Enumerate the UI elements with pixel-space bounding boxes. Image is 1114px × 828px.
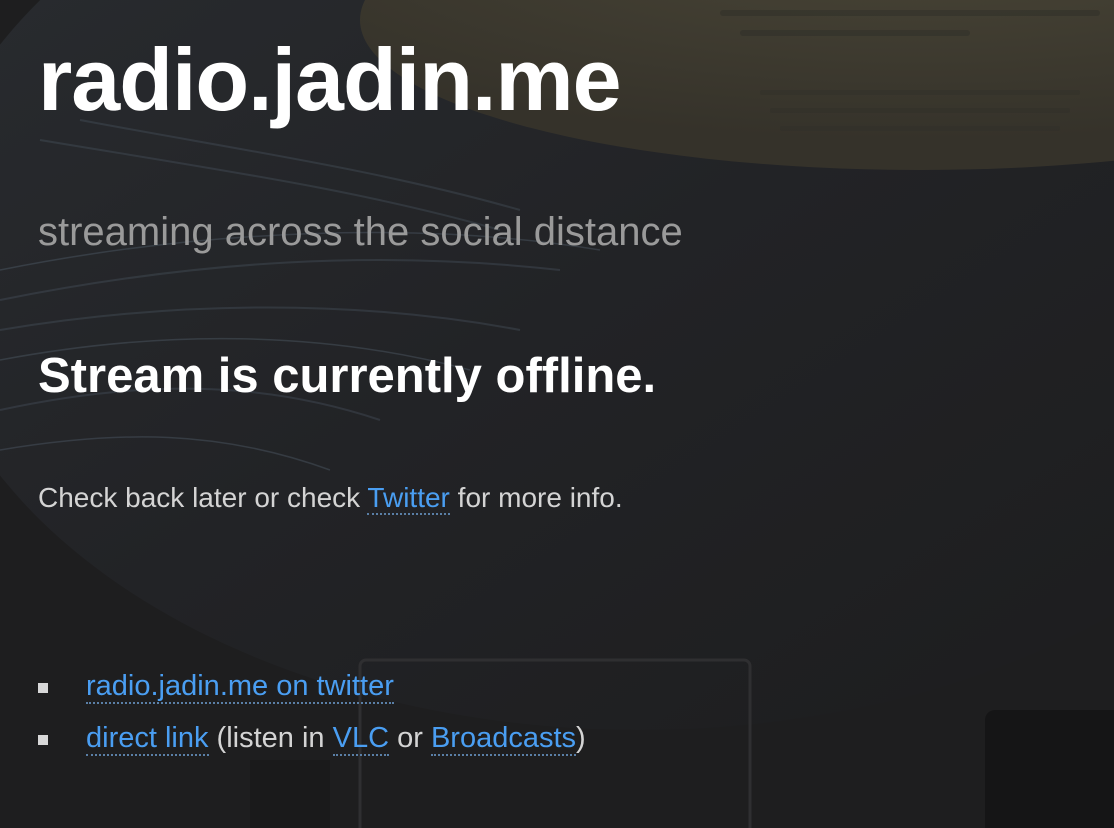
or-text: or <box>389 722 431 754</box>
stream-status-message: Stream is currently offline. <box>38 349 657 403</box>
close-paren-text: ) <box>576 722 586 754</box>
listen-in-text: (listen in <box>208 722 333 754</box>
tagline: streaming across the social distance <box>38 210 683 254</box>
direct-link[interactable]: direct link <box>86 722 209 756</box>
square-bullet-icon <box>38 735 48 745</box>
list-item: direct link (listen in VLC or Broadcasts… <box>38 712 586 764</box>
info-suffix: for more info. <box>449 482 623 513</box>
radio-twitter-link[interactable]: radio.jadin.me on twitter <box>86 670 394 704</box>
info-prefix: Check back later or check <box>38 482 368 513</box>
links-list: radio.jadin.me on twitter direct link (l… <box>38 660 586 764</box>
vlc-link[interactable]: VLC <box>332 722 390 756</box>
square-bullet-icon <box>38 683 48 693</box>
twitter-link[interactable]: Twitter <box>367 482 450 515</box>
broadcasts-link[interactable]: Broadcasts <box>430 722 577 756</box>
info-text: Check back later or check Twitter for mo… <box>38 480 623 516</box>
list-item: radio.jadin.me on twitter <box>38 660 586 712</box>
site-title: radio.jadin.me <box>38 30 622 129</box>
